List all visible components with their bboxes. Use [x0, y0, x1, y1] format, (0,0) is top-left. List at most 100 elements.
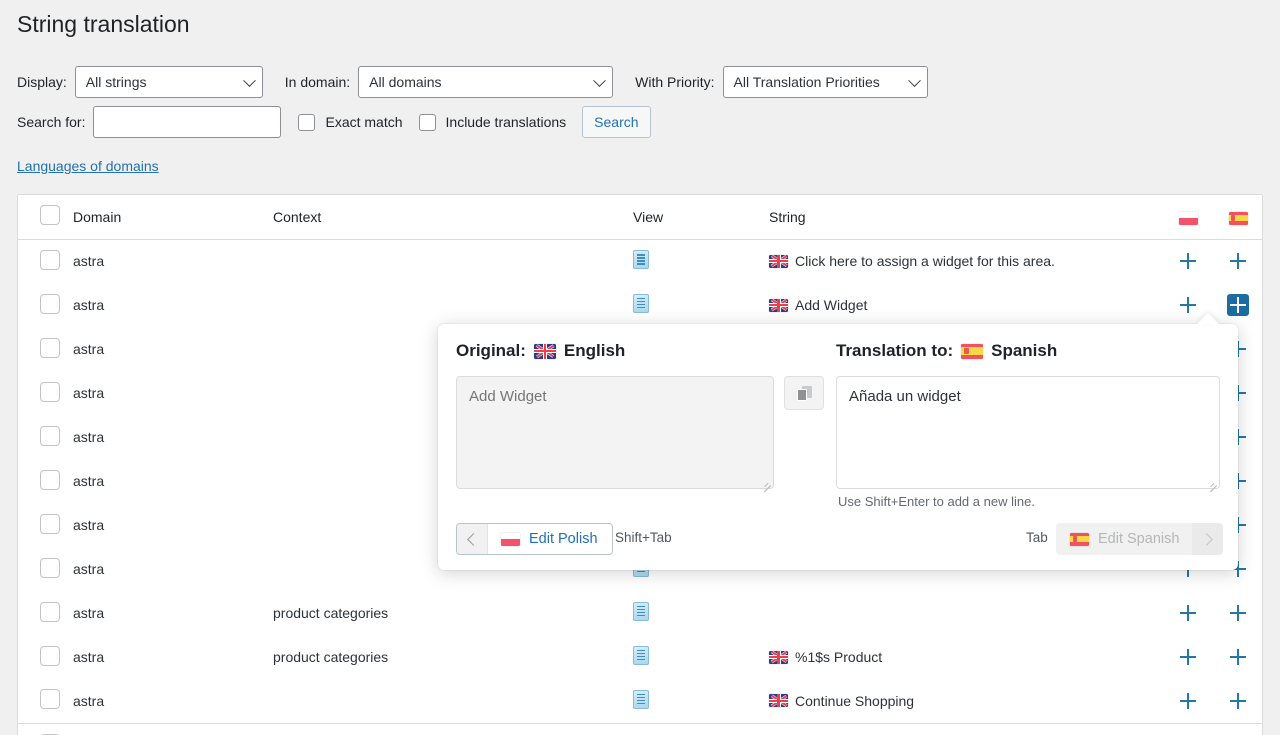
cell-view[interactable] [633, 239, 769, 283]
footer-view[interactable]: View [633, 722, 769, 735]
cell-lang-polish[interactable] [1164, 679, 1212, 723]
view-icon[interactable] [633, 687, 651, 709]
add-polish-translation-icon[interactable] [1177, 690, 1199, 712]
cell-lang-spanish[interactable] [1212, 635, 1262, 679]
row-checkbox[interactable] [40, 293, 60, 314]
table-footer-row: Domain Context View String [18, 722, 1262, 735]
add-spanish-translation-icon[interactable] [1227, 250, 1249, 272]
original-language: English [563, 341, 626, 360]
cell-view[interactable] [633, 679, 769, 723]
cell-lang-spanish[interactable] [1212, 239, 1262, 283]
cell-domain: astra [73, 517, 105, 533]
header-domain[interactable]: Domain [73, 195, 273, 240]
header-lang-spanish[interactable] [1212, 195, 1262, 240]
include-translations-checkbox[interactable] [418, 113, 436, 131]
table-header-row: Domain Context View String [18, 195, 1262, 240]
table-row[interactable]: astra product categories %1$s Product [18, 635, 1262, 679]
english-flag-icon [769, 650, 788, 664]
cell-lang-spanish[interactable] [1212, 591, 1262, 635]
header-view[interactable]: View [633, 195, 769, 240]
cell-context [273, 679, 633, 723]
footer-domain[interactable]: Domain [73, 722, 273, 735]
filter-bar-row-1: Display: All strings In domain: All doma… [17, 66, 928, 98]
cell-view[interactable] [633, 283, 769, 327]
add-polish-translation-icon[interactable] [1177, 250, 1199, 272]
header-string[interactable]: String [769, 195, 1164, 240]
cell-domain: astra [73, 473, 105, 489]
priority-select[interactable]: All Translation Priorities [722, 66, 928, 98]
row-checkbox[interactable] [40, 689, 60, 710]
cell-view[interactable] [633, 591, 769, 635]
priority-label: With Priority: [635, 74, 715, 90]
search-for-label: Search for: [17, 114, 86, 130]
row-select-cell [18, 635, 73, 679]
footer-lang-polish[interactable] [1164, 722, 1212, 735]
view-icon[interactable] [633, 248, 651, 270]
add-spanish-translation-icon[interactable] [1227, 690, 1249, 712]
row-checkbox[interactable] [40, 381, 60, 402]
footer-lang-spanish[interactable] [1212, 722, 1262, 735]
page-title: String translation [17, 11, 190, 37]
spanish-flag-icon [961, 343, 984, 359]
cell-context [273, 239, 633, 283]
footer-context[interactable]: Context [273, 722, 633, 735]
row-checkbox[interactable] [40, 645, 60, 666]
add-spanish-translation-icon[interactable] [1227, 294, 1249, 316]
table-row[interactable]: astra Add Widget [18, 283, 1262, 327]
row-checkbox[interactable] [40, 601, 60, 622]
cell-lang-polish[interactable] [1164, 591, 1212, 635]
languages-of-domains-link[interactable]: Languages of domains [17, 158, 159, 174]
row-checkbox[interactable] [40, 337, 60, 358]
copy-original-button[interactable] [784, 376, 824, 410]
cell-view[interactable] [633, 635, 769, 679]
cell-string: %1$s Product [769, 635, 1164, 679]
header-context[interactable]: Context [273, 195, 633, 240]
cell-domain: astra [73, 297, 105, 313]
spanish-flag-icon [1070, 532, 1089, 546]
table-row[interactable]: astra Continue Shopping [18, 679, 1262, 723]
row-select-cell [18, 591, 73, 635]
translation-textarea[interactable] [836, 376, 1220, 489]
search-button[interactable]: Search [582, 106, 651, 138]
edit-polish-button[interactable]: Edit Polish [456, 523, 613, 555]
cell-string: Add Widget [769, 283, 1164, 327]
row-checkbox[interactable] [40, 249, 60, 270]
view-icon[interactable] [633, 644, 651, 665]
tab-hint: Tab [1026, 530, 1048, 545]
row-checkbox[interactable] [40, 513, 60, 534]
view-icon[interactable] [633, 292, 651, 313]
row-select-cell [18, 415, 73, 459]
domain-select[interactable]: All domains [358, 66, 614, 98]
edit-spanish-label: Edit Spanish [1098, 531, 1180, 547]
add-polish-translation-icon[interactable] [1177, 602, 1199, 624]
footer-string[interactable]: String [769, 722, 1164, 735]
row-select-cell [18, 371, 73, 415]
table-row[interactable]: astra Click here to assign a widget for t… [18, 239, 1262, 283]
row-checkbox[interactable] [40, 469, 60, 490]
table-row[interactable]: astra product categories [18, 591, 1262, 635]
display-select[interactable]: All strings [74, 66, 263, 98]
search-input[interactable] [93, 106, 282, 138]
polish-flag-icon [501, 532, 520, 546]
english-flag-icon [769, 254, 788, 268]
edit-spanish-button[interactable]: Edit Spanish [1056, 523, 1224, 555]
header-lang-polish[interactable] [1164, 195, 1212, 240]
add-polish-translation-icon[interactable] [1177, 646, 1199, 668]
row-select-cell [18, 679, 73, 723]
chevron-down-icon [242, 74, 256, 88]
add-spanish-translation-icon[interactable] [1227, 646, 1249, 668]
add-spanish-translation-icon[interactable] [1227, 602, 1249, 624]
string-text: Click here to assign a widget for this a… [795, 253, 1055, 270]
include-translations-label: Include translations [445, 114, 567, 130]
select-all-checkbox[interactable] [40, 205, 60, 226]
view-icon[interactable] [633, 600, 651, 621]
row-checkbox[interactable] [40, 425, 60, 446]
cell-lang-spanish[interactable] [1212, 679, 1262, 723]
cell-lang-polish[interactable] [1164, 239, 1212, 283]
exact-match-checkbox[interactable] [298, 113, 316, 131]
cell-lang-polish[interactable] [1164, 635, 1212, 679]
original-textarea[interactable] [456, 376, 774, 489]
chevron-right-icon [1192, 523, 1224, 555]
row-checkbox[interactable] [40, 557, 60, 578]
cell-domain: astra [73, 385, 105, 401]
